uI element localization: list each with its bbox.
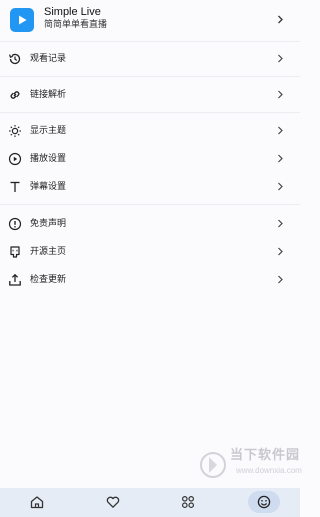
chevron-right-icon	[278, 275, 283, 284]
chevron-right-icon	[278, 182, 283, 191]
text-icon	[8, 180, 22, 194]
chevron-right-icon	[278, 247, 283, 256]
menu-item-label: 链接解析	[30, 90, 67, 100]
chevron-right-icon	[278, 126, 283, 135]
play-icon	[19, 15, 27, 25]
bottom-tab-bar	[0, 488, 300, 517]
home-icon	[30, 496, 44, 509]
chevron-right-icon	[278, 15, 283, 24]
chevron-right-icon	[278, 219, 283, 228]
link-icon	[8, 88, 22, 102]
tab-categories[interactable]	[180, 494, 196, 510]
sun-icon	[8, 124, 22, 138]
watermark-logo-icon	[200, 452, 226, 478]
divider	[0, 76, 300, 77]
history-icon	[8, 52, 22, 66]
chevron-right-icon	[278, 154, 283, 163]
divider	[0, 204, 300, 205]
watermark-title: 当下软件园	[230, 448, 301, 463]
divider	[0, 41, 300, 42]
menu-item-disclaimer[interactable]: 免责声明	[0, 210, 300, 238]
categories-icon	[182, 496, 195, 509]
menu-item-label: 免责声明	[30, 219, 67, 229]
menu-item-label: 观看记录	[30, 54, 67, 64]
menu-item-label: 弹幕设置	[30, 182, 67, 192]
divider	[0, 112, 300, 113]
watermark-url: www.downxia.com	[236, 466, 302, 475]
smile-icon	[257, 495, 271, 509]
menu-item-history[interactable]: 观看记录	[0, 45, 300, 73]
menu-item-label: 检查更新	[30, 275, 67, 285]
menu-item-theme[interactable]: 显示主题	[0, 117, 300, 145]
app-name: Simple Live	[44, 6, 101, 18]
chevron-right-icon	[278, 90, 283, 99]
app-header[interactable]: Simple Live 简简单单看直播	[0, 0, 300, 40]
watermark: 当下软件园 www.downxia.com	[196, 444, 302, 488]
menu-item-label: 显示主题	[30, 126, 67, 136]
tab-home[interactable]	[29, 494, 45, 510]
chevron-right-icon	[278, 54, 283, 63]
menu-item-check-update[interactable]: 检查更新	[0, 266, 300, 294]
menu-item-label: 开源主页	[30, 247, 67, 257]
app-subtitle: 简简单单看直播	[44, 20, 108, 30]
play-circle-icon	[8, 152, 22, 166]
github-icon	[8, 245, 22, 259]
menu-item-link-parse[interactable]: 链接解析	[0, 81, 300, 109]
menu-item-label: 播放设置	[30, 154, 67, 164]
tab-mine[interactable]	[248, 491, 280, 513]
app-logo	[10, 8, 34, 32]
upload-icon	[8, 273, 22, 287]
alert-icon	[8, 217, 22, 231]
tab-follow[interactable]	[105, 494, 121, 510]
heart-icon	[106, 496, 120, 508]
menu-item-danmaku-settings[interactable]: 弹幕设置	[0, 173, 300, 201]
menu-item-open-source[interactable]: 开源主页	[0, 238, 300, 266]
menu-item-playback-settings[interactable]: 播放设置	[0, 145, 300, 173]
